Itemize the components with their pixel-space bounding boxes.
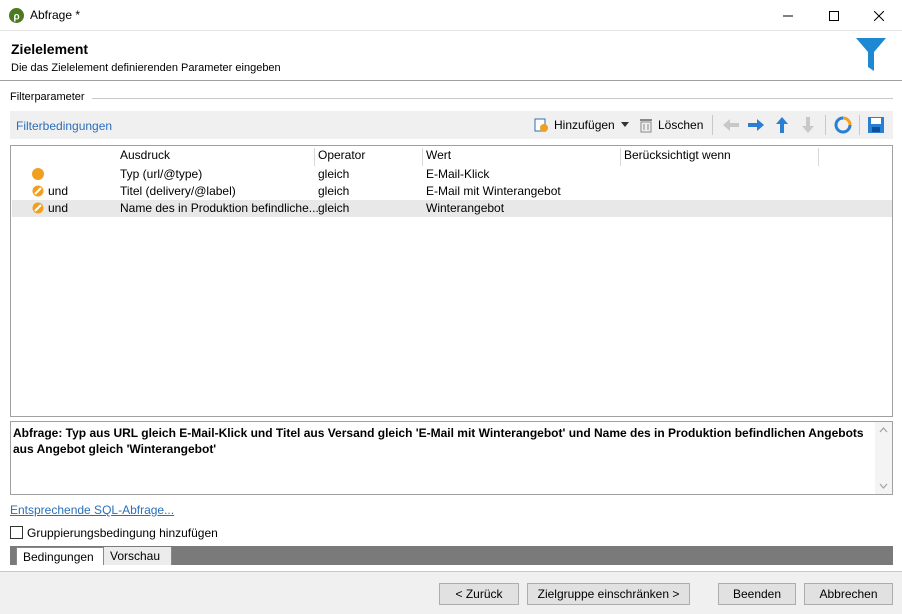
row-value: E-Mail-Klick	[426, 167, 490, 181]
filter-toolbar: Filterbedingungen Hinzufügen Löschen	[10, 111, 893, 139]
back-button[interactable]: < Zurück	[439, 583, 519, 605]
row-expression: Titel (delivery/@label)	[120, 184, 236, 198]
add-button[interactable]: Hinzufügen	[533, 115, 629, 135]
row-expression: Typ (url/@type)	[120, 167, 203, 181]
funnel-icon	[855, 37, 887, 76]
wizard-header: Zielelement Die das Zielelement definier…	[0, 32, 902, 80]
delete-label: Löschen	[658, 118, 704, 132]
sql-query-link[interactable]: Entsprechende SQL-Abfrage...	[10, 503, 174, 517]
close-button[interactable]	[856, 0, 902, 31]
table-row[interactable]: und Titel (delivery/@label) gleich E-Mai…	[12, 183, 892, 200]
tab-bar: Bedingungen Vorschau	[10, 546, 893, 565]
tab-preview[interactable]: Vorschau	[104, 547, 172, 565]
app-icon: ρ	[9, 8, 24, 23]
query-textarea[interactable]: Abfrage: Typ aus URL gleich E-Mail-Klick…	[10, 421, 893, 495]
finish-button[interactable]: Beenden	[718, 583, 796, 605]
toolbar-separator	[712, 115, 713, 135]
row-operator: gleich	[318, 184, 350, 198]
row-value: E-Mail mit Winterangebot	[426, 184, 561, 198]
title-bar: ρ Abfrage *	[0, 0, 902, 31]
arrow-down-icon[interactable]	[800, 115, 816, 135]
column-header-condition[interactable]: Berücksichtigt wenn	[621, 148, 819, 166]
column-header-expression[interactable]: Ausdruck	[117, 148, 315, 166]
page-subtitle: Die das Zielelement definierenden Parame…	[11, 62, 281, 74]
window-title: Abfrage *	[30, 8, 81, 22]
dropdown-arrow-icon[interactable]	[620, 122, 629, 128]
row-conjunction: und	[48, 184, 69, 198]
refresh-icon[interactable]	[834, 115, 852, 135]
column-header-value[interactable]: Wert	[423, 148, 621, 166]
table-row[interactable]: und Name des in Produktion befindliche..…	[12, 200, 892, 217]
svg-text:ρ: ρ	[14, 12, 20, 23]
delete-button[interactable]: Löschen	[639, 115, 703, 135]
toolbar-separator	[859, 115, 860, 135]
row-operator: gleich	[318, 201, 350, 215]
restrict-target-button[interactable]: Zielgruppe einschränken >	[527, 583, 690, 605]
toolbar-title: Filterbedingungen	[16, 119, 113, 133]
group-divider	[92, 98, 893, 99]
table-row[interactable]: Typ (url/@type) gleich E-Mail-Klick	[12, 166, 892, 183]
arrow-up-icon[interactable]	[774, 115, 790, 135]
toolbar-separator	[825, 115, 826, 135]
add-icon	[534, 118, 548, 132]
row-value: Winterangebot	[426, 201, 505, 215]
vertical-scrollbar[interactable]	[875, 422, 892, 494]
grouping-checkbox-label: Gruppierungsbedingung hinzufügen	[27, 526, 218, 540]
condition-dot-icon	[32, 168, 44, 180]
arrow-right-icon[interactable]	[747, 115, 765, 135]
wizard-footer: < Zurück Zielgruppe einschränken > Beend…	[0, 571, 902, 614]
row-conjunction: und	[48, 201, 69, 215]
add-label: Hinzufügen	[554, 118, 615, 132]
conditions-grid: Ausdruck Operator Wert Berücksichtigt we…	[10, 145, 893, 417]
tab-conditions[interactable]: Bedingungen	[16, 547, 104, 565]
header-divider	[0, 80, 902, 81]
query-text: Abfrage: Typ aus URL gleich E-Mail-Klick…	[13, 426, 864, 456]
row-operator: gleich	[318, 167, 350, 181]
page-title: Zielelement	[11, 41, 89, 57]
column-header-operator[interactable]: Operator	[315, 148, 423, 166]
save-icon[interactable]	[867, 115, 885, 135]
and-condition-icon	[32, 202, 44, 214]
trash-icon	[640, 119, 652, 133]
cancel-button[interactable]: Abbrechen	[804, 583, 893, 605]
and-condition-icon	[32, 185, 44, 197]
grouping-checkbox[interactable]	[10, 526, 23, 539]
arrow-left-icon[interactable]	[722, 115, 740, 135]
maximize-button[interactable]	[811, 0, 857, 31]
group-label: Filterparameter	[10, 91, 85, 103]
row-expression: Name des in Produktion befindliche...	[120, 201, 319, 215]
minimize-button[interactable]	[765, 0, 811, 31]
